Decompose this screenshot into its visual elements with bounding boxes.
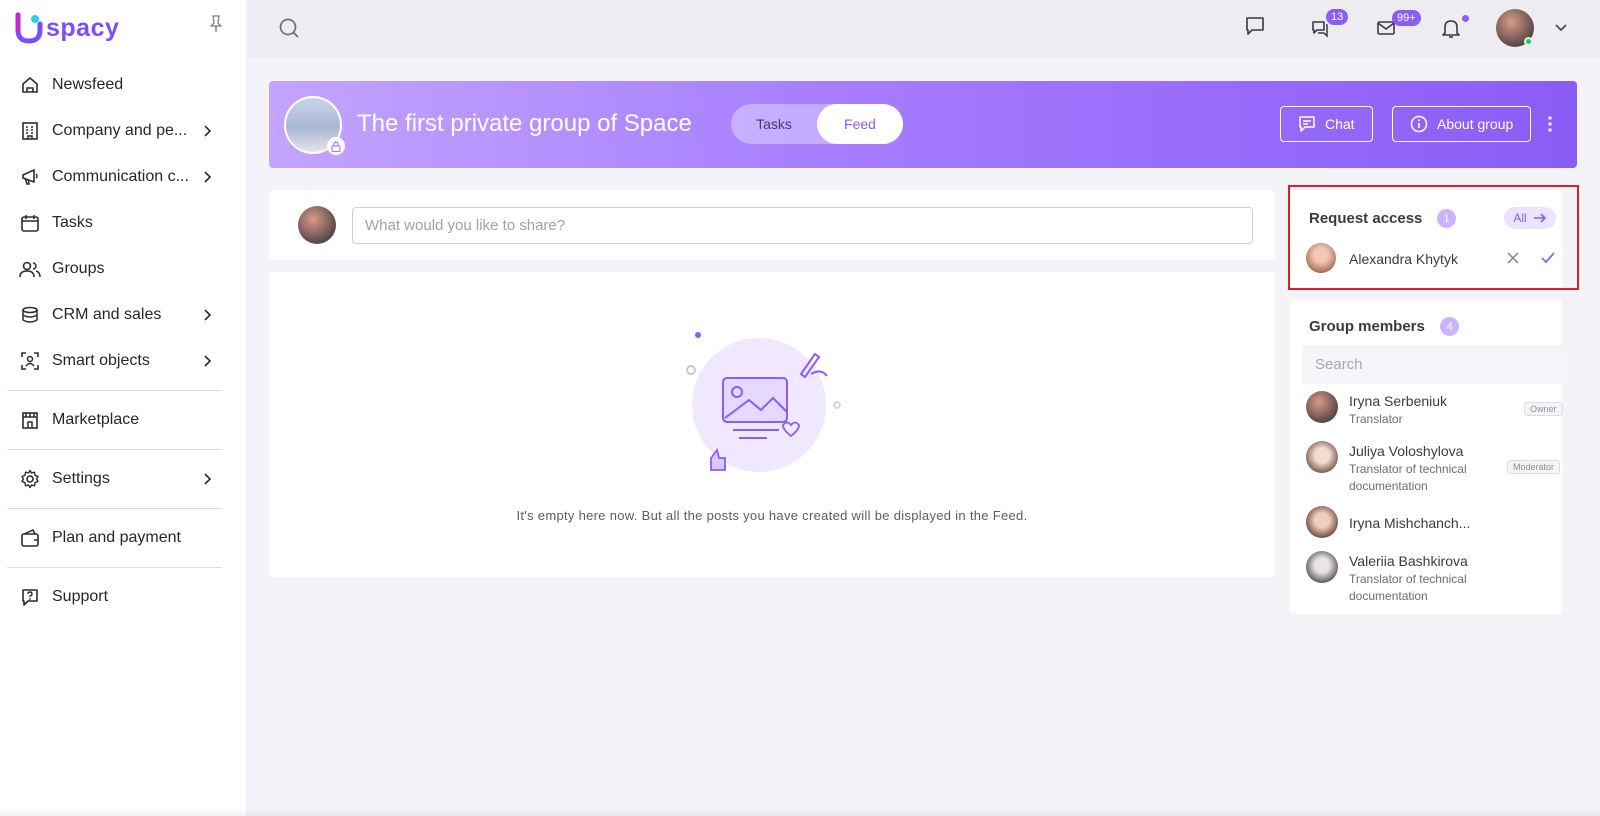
help-chat-icon xyxy=(19,586,41,608)
sidebar-item-settings[interactable]: Settings xyxy=(0,456,247,502)
sidebar-item-label: Newsfeed xyxy=(52,76,124,93)
post-composer xyxy=(269,190,1275,260)
sidebar-item-label: Marketplace xyxy=(52,411,140,428)
wallet-icon xyxy=(19,527,41,549)
comment-icon[interactable] xyxy=(1242,13,1268,39)
online-status-dot xyxy=(1524,37,1533,46)
chevron-right-icon xyxy=(204,355,212,367)
info-icon xyxy=(1410,115,1428,133)
share-input[interactable] xyxy=(352,207,1253,244)
composer-avatar xyxy=(298,206,336,244)
member-name: Iryna Mishchanch... xyxy=(1349,515,1471,531)
member-name: Juliya Voloshylova xyxy=(1349,443,1464,459)
scan-user-icon xyxy=(19,350,41,372)
tab-feed[interactable]: Feed xyxy=(817,104,903,144)
chat-button-label: Chat xyxy=(1325,116,1355,132)
sidebar-nav: Newsfeed Company and pe... Communication… xyxy=(0,62,247,620)
chats-badge: 13 xyxy=(1326,9,1349,25)
sidebar-item-groups[interactable]: Groups xyxy=(0,246,247,292)
sidebar-item-smart-objects[interactable]: Smart objects xyxy=(0,338,247,384)
member-row[interactable]: Iryna Mishchanch... xyxy=(1290,506,1562,542)
sidebar-item-label: Plan and payment xyxy=(52,529,181,546)
member-name: Valeriia Bashkirova xyxy=(1349,553,1468,569)
more-options-icon[interactable] xyxy=(1545,114,1555,134)
member-role: Translator xyxy=(1349,412,1403,426)
notification-dot xyxy=(1462,15,1469,22)
sidebar-item-plan-payment[interactable]: Plan and payment xyxy=(0,515,247,561)
group-header: The first private group of Space Tasks F… xyxy=(269,81,1577,168)
sidebar-item-label: Settings xyxy=(52,470,110,487)
sidebar-item-newsfeed[interactable]: Newsfeed xyxy=(0,62,247,108)
group-members-title: Group members xyxy=(1309,318,1425,335)
logo-text: spacy xyxy=(46,13,120,42)
member-avatar xyxy=(1306,441,1338,473)
search-icon[interactable] xyxy=(276,15,302,41)
members-search-input[interactable] xyxy=(1302,345,1564,384)
chevron-right-icon xyxy=(204,309,212,321)
pin-icon[interactable] xyxy=(207,14,225,34)
member-role: Translator of technical documentation xyxy=(1349,462,1467,493)
highlight-outline xyxy=(1288,185,1579,290)
empty-feed-text: It's empty here now. But all the posts y… xyxy=(516,508,1028,523)
bell-icon[interactable] xyxy=(1438,15,1464,41)
member-avatar xyxy=(1306,391,1338,423)
chat-button[interactable]: Chat xyxy=(1280,106,1373,142)
about-group-button-label: About group xyxy=(1437,116,1514,132)
store-icon xyxy=(19,409,41,431)
member-avatar xyxy=(1306,506,1338,538)
app-logo[interactable]: spacy xyxy=(14,12,119,44)
megaphone-icon xyxy=(19,166,41,188)
role-tag: Moderator xyxy=(1507,460,1561,474)
chevron-down-icon[interactable] xyxy=(1554,22,1568,34)
bottom-shadow xyxy=(0,808,1600,816)
sidebar-divider xyxy=(7,449,222,450)
group-members-count: 4 xyxy=(1440,317,1459,336)
member-name: Iryna Serbeniuk xyxy=(1349,393,1448,409)
feed-panel: It's empty here now. But all the posts y… xyxy=(269,272,1275,577)
lock-icon xyxy=(327,137,345,155)
empty-feed-illustration-icon xyxy=(686,332,841,472)
role-tag: Owner xyxy=(1524,402,1563,416)
sidebar-item-label: Company and pe... xyxy=(52,122,188,139)
sidebar-item-label: Support xyxy=(52,588,109,605)
sidebar: spacy Newsfeed Company and pe... Communi… xyxy=(0,0,247,816)
sidebar-item-label: Groups xyxy=(52,260,105,277)
member-avatar xyxy=(1306,551,1338,583)
logo-icon xyxy=(15,12,43,44)
chevron-right-icon xyxy=(204,171,212,183)
sidebar-item-support[interactable]: Support xyxy=(0,574,247,620)
users-icon xyxy=(19,258,41,280)
chevron-right-icon xyxy=(204,125,212,137)
building-icon xyxy=(19,120,41,142)
sidebar-item-label: CRM and sales xyxy=(52,306,162,323)
sidebar-item-crm[interactable]: CRM and sales xyxy=(0,292,247,338)
sidebar-item-communication[interactable]: Communication c... xyxy=(0,154,247,200)
sidebar-item-label: Tasks xyxy=(52,214,93,231)
member-row[interactable]: Juliya Voloshylova Translator of technic… xyxy=(1290,440,1562,496)
member-row[interactable]: Valeriia Bashkirova Translator of techni… xyxy=(1290,550,1562,606)
sidebar-item-tasks[interactable]: Tasks xyxy=(0,200,247,246)
member-role: Translator of technical documentation xyxy=(1349,572,1467,603)
sidebar-item-marketplace[interactable]: Marketplace xyxy=(0,397,247,443)
coins-icon xyxy=(19,304,41,326)
home-icon xyxy=(19,74,41,96)
tab-tasks[interactable]: Tasks xyxy=(731,104,817,144)
about-group-button[interactable]: About group xyxy=(1392,106,1532,142)
sidebar-divider xyxy=(7,567,222,568)
sidebar-item-company[interactable]: Company and pe... xyxy=(0,108,247,154)
sidebar-item-label: Communication c... xyxy=(52,168,189,185)
chat-icon xyxy=(1299,116,1315,132)
sidebar-divider xyxy=(7,390,222,391)
chevron-right-icon xyxy=(204,473,212,485)
member-row[interactable]: Iryna Serbeniuk Translator Owner xyxy=(1290,390,1563,430)
calendar-check-icon xyxy=(19,212,41,234)
sidebar-divider xyxy=(7,508,222,509)
gear-icon xyxy=(19,468,41,490)
group-title: The first private group of Space xyxy=(357,110,692,137)
mail-badge: 99+ xyxy=(1392,10,1421,26)
sidebar-item-label: Smart objects xyxy=(52,352,150,369)
view-toggle: Tasks Feed xyxy=(731,104,903,144)
